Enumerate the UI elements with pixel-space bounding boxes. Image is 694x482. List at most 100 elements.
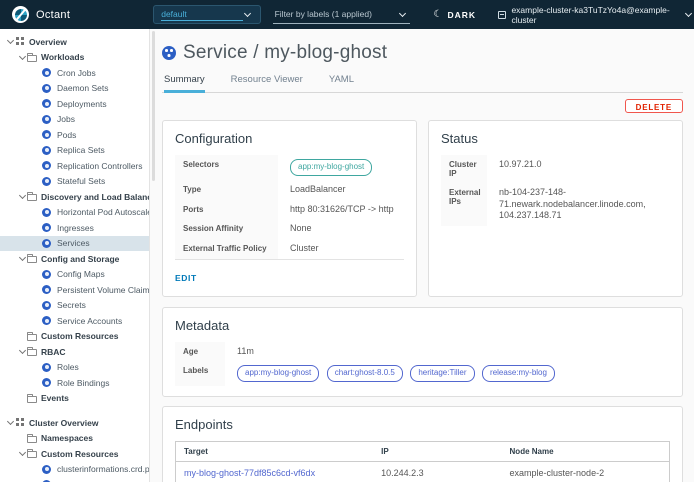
sidebar-item-horizontal-pod-autoscalers[interactable]: Horizontal Pod Autoscalers: [0, 205, 150, 221]
folder-icon: [27, 396, 37, 403]
applications-icon: [16, 37, 25, 46]
sidebar-item-service-accounts[interactable]: Service Accounts: [0, 313, 150, 329]
sidebar-group-rbac[interactable]: RBAC: [0, 344, 150, 360]
label-tag: chart:ghost-8.0.5: [327, 365, 403, 382]
tab-yaml[interactable]: YAML: [329, 74, 354, 93]
namespace-selected-value: default: [161, 9, 242, 21]
replica-sets-icon: [42, 146, 51, 155]
chevron-down-icon[interactable]: [17, 449, 27, 459]
endpoints-card: Endpoints Target IP Node Name my-blog-gh…: [162, 406, 683, 482]
sidebar-item-persistent-volume-claims[interactable]: Persistent Volume Claims: [0, 282, 150, 298]
daemon-sets-icon: [42, 84, 51, 93]
sidebar-group-events[interactable]: Events: [0, 391, 150, 407]
config-row-type: Type LoadBalancer: [175, 180, 404, 200]
app-name: Octant: [36, 9, 70, 21]
sidebar-item-ingresses[interactable]: Ingresses: [0, 220, 150, 236]
applications-icon: [16, 418, 25, 427]
config-maps-icon: [42, 270, 51, 279]
folder-icon: [27, 55, 37, 62]
chevron-down-icon[interactable]: [17, 254, 27, 264]
metadata-row-labels: Labels app:my-blog-ghost chart:ghost-8.0…: [175, 361, 670, 386]
sidebar-item-config-maps[interactable]: Config Maps: [0, 267, 150, 283]
chevron-placeholder: [17, 331, 27, 341]
tab-resource-viewer[interactable]: Resource Viewer: [231, 74, 303, 93]
status-card: Status Cluster IP 10.97.21.0 External IP…: [428, 120, 683, 297]
sidebar-group-namespaces[interactable]: Namespaces: [0, 431, 150, 447]
brand: Octant: [12, 6, 141, 23]
folder-icon: [27, 334, 37, 341]
sidebar-item-jobs[interactable]: Jobs: [0, 112, 150, 128]
endpoint-target-link[interactable]: my-blog-ghost-77df85c6cd-vf6dx: [184, 468, 315, 478]
sidebar-group-discovery-and-load-balancing[interactable]: Discovery and Load Balancing: [0, 189, 150, 205]
sidebar-item-csidrivers[interactable]: csidrivers.csi.storage.k8s.io: [0, 477, 150, 482]
sidebar-item-cluster-overview[interactable]: Cluster Overview: [0, 415, 150, 431]
sidebar-nav: Overview Workloads Cron Jobs Daemon Sets…: [0, 29, 150, 482]
namespace-select[interactable]: default: [153, 5, 260, 24]
sidebar-group-workloads[interactable]: Workloads: [0, 50, 150, 66]
replication-controllers-icon: [42, 161, 51, 170]
metadata-card: Metadata Age 11m Labels app:my-blog-ghos…: [162, 307, 683, 398]
page-header: Service / my-blog-ghost: [162, 42, 683, 64]
endpoints-title: Endpoints: [175, 417, 670, 432]
config-row-session-affinity: Session Affinity None: [175, 219, 404, 239]
sidebar-item-roles[interactable]: Roles: [0, 360, 150, 376]
delete-button[interactable]: DELETE: [625, 99, 683, 113]
label-tag: heritage:Tiller: [410, 365, 474, 382]
cluster-icon: [498, 11, 506, 19]
sidebar-item-daemon-sets[interactable]: Daemon Sets: [0, 81, 150, 97]
sidebar-item-cron-jobs[interactable]: Cron Jobs: [0, 65, 150, 81]
status-title: Status: [441, 131, 670, 146]
secrets-icon: [42, 301, 51, 310]
sidebar-group-config-and-storage[interactable]: Config and Storage: [0, 251, 150, 267]
sidebar-item-replication-controllers[interactable]: Replication Controllers: [0, 158, 150, 174]
edit-bar: EDIT: [175, 259, 404, 286]
status-row-cluster-ip: Cluster IP 10.97.21.0: [441, 155, 670, 183]
column-header-ip: IP: [373, 442, 501, 462]
edit-link[interactable]: EDIT: [175, 273, 197, 283]
sidebar-item-services[interactable]: Services: [0, 236, 150, 252]
jobs-icon: [42, 115, 51, 124]
tab-summary[interactable]: Summary: [164, 74, 205, 93]
tab-bar: Summary Resource Viewer YAML: [162, 74, 683, 93]
persistent-volume-claims-icon: [42, 285, 51, 294]
sidebar-item-overview[interactable]: Overview: [0, 34, 150, 50]
sidebar-item-secrets[interactable]: Secrets: [0, 298, 150, 314]
chevron-down-icon[interactable]: [17, 347, 27, 357]
sidebar-item-pods[interactable]: Pods: [0, 127, 150, 143]
ingresses-icon: [42, 223, 51, 232]
sidebar-item-deployments[interactable]: Deployments: [0, 96, 150, 112]
folder-icon: [27, 451, 37, 458]
sidebar-item-stateful-sets[interactable]: Stateful Sets: [0, 174, 150, 190]
column-header-target: Target: [176, 442, 374, 462]
deployments-icon: [42, 99, 51, 108]
horizontal-pod-autoscalers-icon: [42, 208, 51, 217]
sidebar-item-role-bindings[interactable]: Role Bindings: [0, 375, 150, 391]
chevron-down-icon: [684, 10, 694, 20]
sidebar-item-clusterinformations[interactable]: clusterinformations.crd.projec: [0, 462, 150, 478]
label-filter-input[interactable]: Filter by labels (1 applied): [273, 5, 410, 24]
sidebar-item-replica-sets[interactable]: Replica Sets: [0, 143, 150, 159]
chevron-down-icon[interactable]: [17, 192, 27, 202]
cron-jobs-icon: [42, 68, 51, 77]
table-row: my-blog-ghost-77df85c6cd-vf6dx 10.244.2.…: [176, 462, 670, 482]
column-header-node-name: Node Name: [502, 442, 670, 462]
theme-toggle[interactable]: ☾ DARK: [434, 9, 477, 20]
chevron-down-icon[interactable]: [5, 37, 15, 47]
custom-resource-icon: [42, 465, 51, 474]
folder-icon: [27, 194, 37, 201]
chevron-placeholder: [17, 433, 27, 443]
sidebar-group-custom-resources[interactable]: Custom Resources: [0, 329, 150, 345]
page-title: Service / my-blog-ghost: [183, 42, 387, 64]
role-bindings-icon: [42, 378, 51, 387]
cluster-context-select[interactable]: example-cluster-ka3TuTzYo4a@example-clus…: [498, 5, 694, 25]
label-tag: app:my-blog-ghost: [237, 365, 319, 382]
status-row-external-ips: External IPs nb-104-237-148-71.newark.no…: [441, 183, 670, 226]
chevron-placeholder: [17, 393, 27, 403]
folder-icon: [27, 256, 37, 263]
config-row-external-traffic-policy: External Traffic Policy Cluster: [175, 239, 404, 259]
metadata-row-age: Age 11m: [175, 342, 670, 362]
chevron-down-icon[interactable]: [5, 418, 15, 428]
sidebar-group-cluster-custom-resources[interactable]: Custom Resources: [0, 446, 150, 462]
chevron-down-icon[interactable]: [17, 52, 27, 62]
configuration-card: Configuration Selectors app:my-blog-ghos…: [162, 120, 417, 297]
